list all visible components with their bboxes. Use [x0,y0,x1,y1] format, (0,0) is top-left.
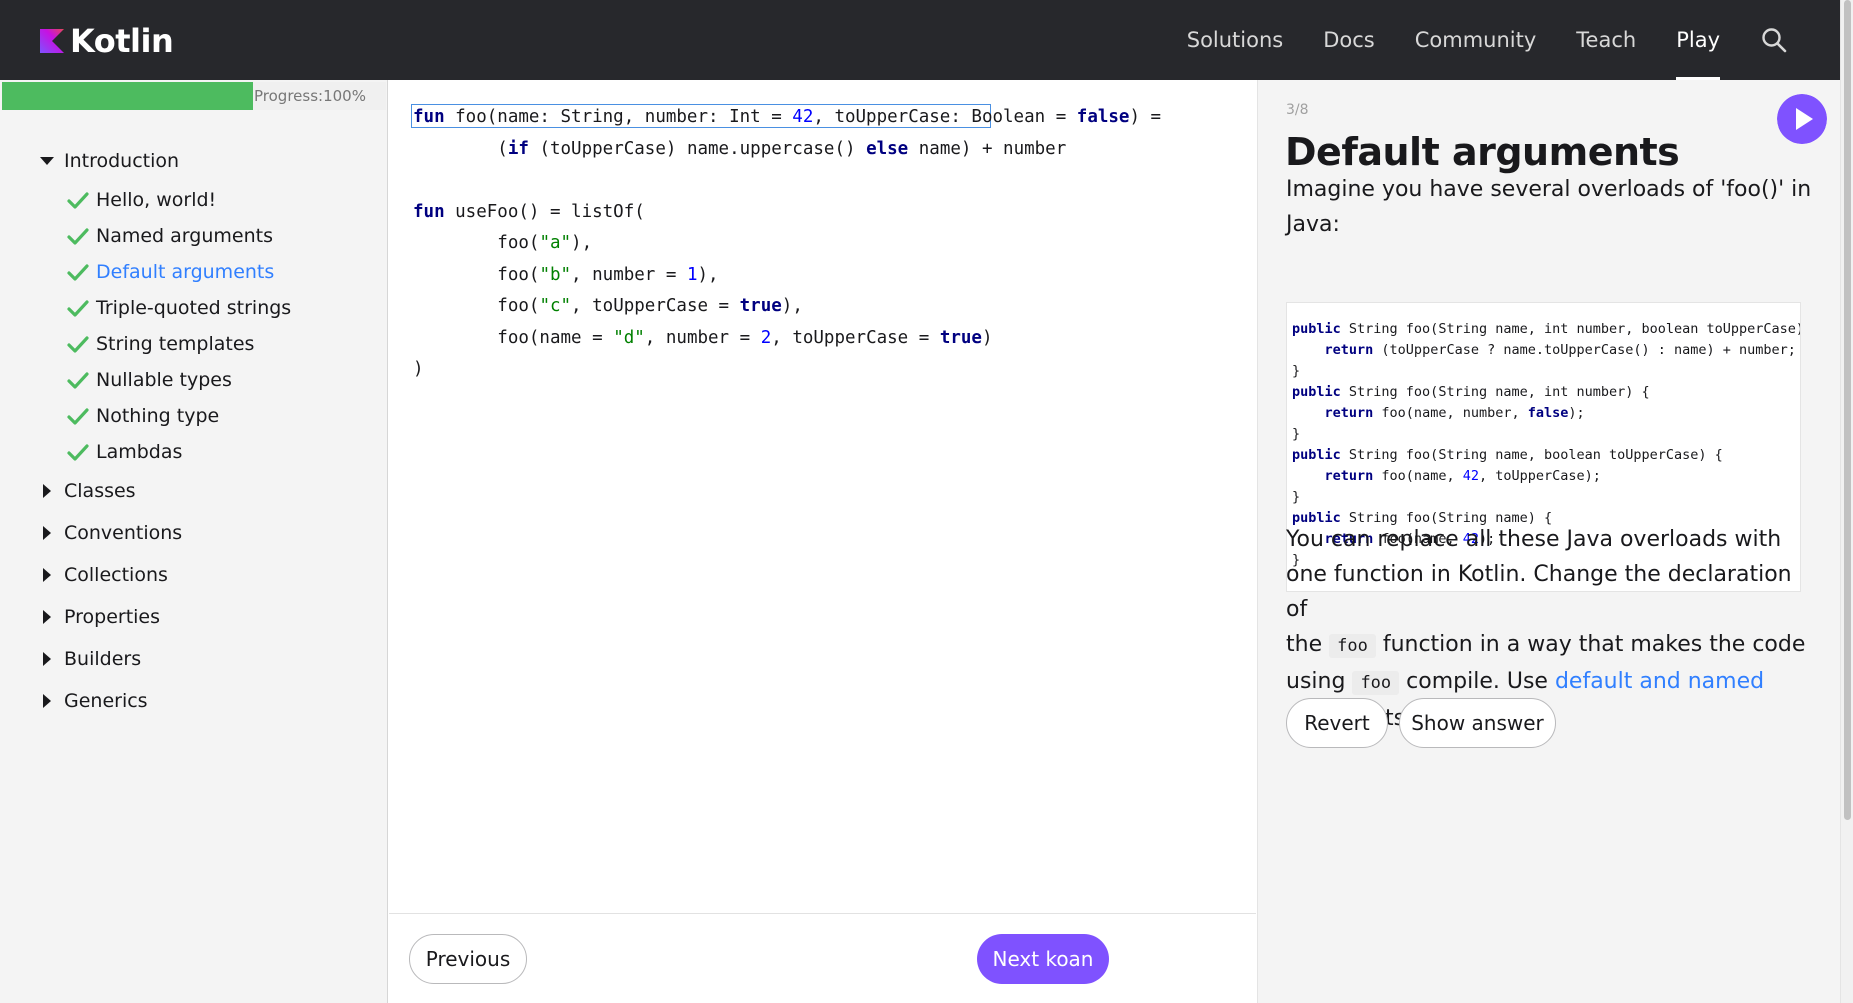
section-generics[interactable]: Generics [0,680,388,722]
show-answer-button[interactable]: Show answer [1399,698,1556,748]
progress-fill [2,82,253,110]
nav-teach[interactable]: Teach [1576,0,1636,80]
koans-sidebar: Progress:100% Introduction Hello, world!… [0,80,388,1003]
task-body-text: the [1286,632,1323,657]
task-intro: Imagine you have several overloads of 'f… [1286,172,1816,242]
koan-item-default-arguments[interactable]: Default arguments [0,254,388,290]
chevron-right-icon [43,526,51,540]
koan-item-string-templates[interactable]: String templates [0,326,388,362]
chevron-right-icon [43,610,51,624]
chevron-right-icon [43,568,51,582]
task-intro-line: Java: [1286,212,1340,237]
section-label: Conventions [64,522,183,544]
code-content[interactable]: fun foo(name: String, number: Int = 42, … [413,102,1161,386]
koan-label: Default arguments [96,261,275,283]
task-body-line: the foo function in a way that makes the… [1286,627,1816,664]
koan-label: String templates [96,333,255,355]
section-collections[interactable]: Collections [0,554,388,596]
task-body-text: function in a way that makes the code [1382,632,1806,657]
koan-label: Hello, world! [96,189,217,211]
task-title: Default arguments [1285,130,1680,174]
koan-item-named-arguments[interactable]: Named arguments [0,218,388,254]
check-icon [67,192,89,209]
top-navbar: Kotlin Solutions Docs Community Teach Pl… [0,0,1840,80]
section-label: Collections [64,564,168,586]
task-body-text: using [1286,669,1346,694]
progress-bar: Progress:100% [2,82,386,110]
koan-label: Lambdas [96,441,183,463]
task-body-text: compile. Use [1406,669,1548,694]
progress-label: Progress:100% [254,87,366,105]
check-icon [67,336,89,353]
koan-label: Nullable types [96,369,232,391]
section-introduction[interactable]: Introduction [0,140,388,182]
check-icon [67,264,89,281]
section-classes[interactable]: Classes [0,470,388,512]
check-icon [67,408,89,425]
koan-label: Triple-quoted strings [96,297,292,319]
koan-item-nothing-type[interactable]: Nothing type [0,398,388,434]
check-icon [67,300,89,317]
chevron-down-icon [40,157,54,165]
koan-label: Nothing type [96,405,220,427]
editor-footer: Previous Next koan [389,913,1256,1003]
nav-play[interactable]: Play [1676,0,1720,80]
koan-item-triple-quoted-strings[interactable]: Triple-quoted strings [0,290,388,326]
koans-tree: Introduction Hello, world! Named argumen… [0,140,388,722]
kotlin-logo[interactable]: Kotlin [40,22,174,60]
page-scrollbar-thumb[interactable] [1844,0,1851,820]
nav-docs[interactable]: Docs [1323,0,1375,80]
previous-button[interactable]: Previous [409,934,527,984]
koan-item-lambdas[interactable]: Lambdas [0,434,388,470]
task-body-line: one function in Kotlin. Change the decla… [1286,562,1792,622]
nav-community[interactable]: Community [1415,0,1537,80]
koan-label: Named arguments [96,225,273,247]
check-icon [67,228,89,245]
run-button[interactable] [1777,94,1827,144]
task-description-panel: 3/8 Default arguments Imagine you have s… [1257,80,1840,1003]
chevron-right-icon [43,694,51,708]
code-editor[interactable]: fun foo(name: String, number: Int = 42, … [389,80,1256,913]
inline-code-foo: foo [1329,634,1376,658]
section-label: Builders [64,648,142,670]
step-counter: 3/8 [1286,102,1309,118]
koan-item-hello-world[interactable]: Hello, world! [0,182,388,218]
section-builders[interactable]: Builders [0,638,388,680]
kotlin-logo-icon [40,29,64,53]
nav-solutions[interactable]: Solutions [1187,0,1284,80]
check-icon [67,372,89,389]
task-body-line: You can replace all these Java overloads… [1286,527,1782,552]
main-nav: Solutions Docs Community Teach Play [1187,0,1840,80]
brand-name: Kotlin [70,22,174,60]
revert-button[interactable]: Revert [1286,698,1388,748]
chevron-right-icon [43,652,51,666]
chevron-right-icon [43,484,51,498]
inline-code-foo: foo [1352,671,1400,695]
task-intro-line: Imagine you have several overloads of 'f… [1286,177,1812,202]
check-icon [67,444,89,461]
next-koan-button[interactable]: Next koan [977,934,1109,984]
section-properties[interactable]: Properties [0,596,388,638]
koan-item-nullable-types[interactable]: Nullable types [0,362,388,398]
page-scrollbar[interactable] [1840,0,1853,1003]
section-conventions[interactable]: Conventions [0,512,388,554]
default-named-arguments-link[interactable]: default and named [1555,669,1764,694]
section-label: Properties [64,606,161,628]
task-body-line: using foo compile. Use default and named [1286,664,1816,701]
search-icon[interactable] [1760,26,1788,54]
section-label: Introduction [64,150,180,172]
section-label: Classes [64,480,136,502]
section-label: Generics [64,690,148,712]
